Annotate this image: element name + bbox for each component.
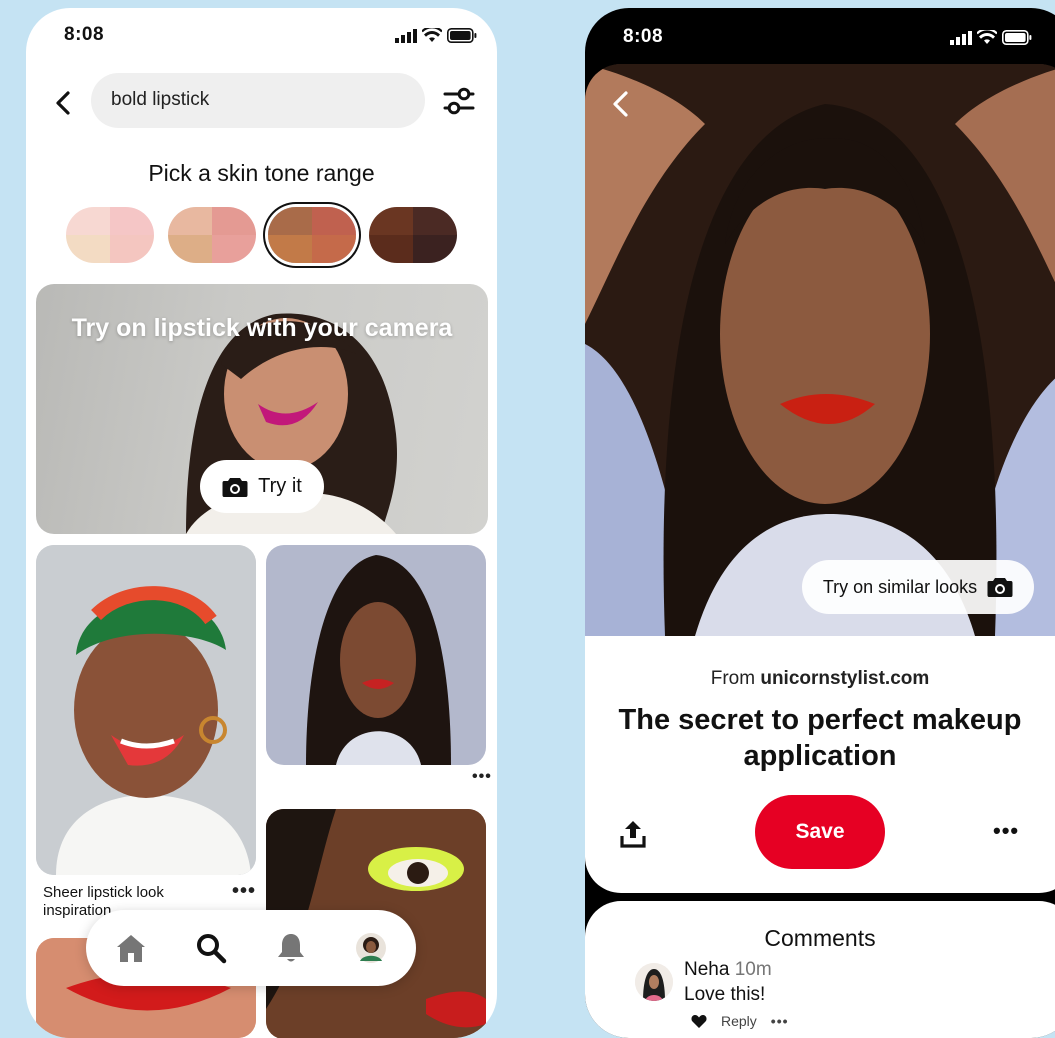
back-button[interactable] (609, 90, 633, 118)
signal-icon (395, 28, 417, 43)
pin-photo (36, 545, 256, 875)
pin-photo (266, 545, 486, 765)
skin-tone-swatch-medium-light[interactable] (168, 207, 256, 263)
source-prefix: From (710, 668, 756, 689)
try-it-label: Try it (258, 475, 302, 497)
nav-search[interactable] (193, 930, 229, 966)
pin-sheer-lipstick[interactable] (36, 545, 256, 875)
status-bar: 8:08 (26, 8, 497, 68)
wifi-icon (977, 30, 997, 44)
swatch-quadrant (110, 235, 154, 263)
status-time: 8:08 (623, 26, 664, 47)
pin-photo (585, 64, 1055, 636)
status-icons (950, 30, 1032, 45)
camera-icon (987, 578, 1013, 597)
wifi-icon (422, 28, 442, 42)
search-phone-screen: 8:08 bold lipstick Pick a skin tone rang… (26, 8, 497, 1038)
skin-tone-swatch-medium-dark[interactable] (268, 207, 356, 263)
swatch-quadrant (168, 207, 212, 235)
swatch-quadrant (312, 207, 356, 235)
battery-icon (1002, 30, 1032, 45)
signal-icon (950, 30, 972, 45)
avatar[interactable] (635, 963, 673, 1001)
try-similar-looks-button[interactable]: Try on similar looks (802, 560, 1034, 614)
comment-author[interactable]: Neha (684, 959, 729, 980)
avatar-photo (635, 963, 673, 1001)
comment-author-line: Neha 10m (684, 959, 772, 981)
more-options-button[interactable]: ••• (993, 818, 1019, 844)
nav-notifications[interactable] (273, 930, 309, 966)
status-time: 8:08 (64, 24, 105, 45)
pin-more-button[interactable]: ••• (232, 880, 256, 903)
heart-icon[interactable] (691, 1014, 707, 1028)
pin-more-button[interactable]: ••• (472, 768, 492, 786)
swatch-quadrant (312, 235, 356, 263)
pin-hero-image[interactable]: Try on similar looks (585, 64, 1055, 636)
comment-text: Love this! (684, 984, 766, 1005)
battery-icon (447, 28, 477, 43)
status-icons (395, 28, 477, 43)
swatch-quadrant (413, 235, 457, 263)
source-link[interactable]: unicornstylist.com (760, 668, 929, 689)
comment-time: 10m (734, 959, 772, 980)
home-icon (117, 935, 145, 962)
pin-detail-phone-screen: 8:08 Try on similar looks From unicornst… (585, 8, 1055, 1038)
comment-actions: Reply ••• (691, 1013, 789, 1029)
pin-title: The secret to perfect makeup application (618, 704, 1022, 772)
reply-button[interactable]: Reply (721, 1013, 757, 1029)
swatch-quadrant (413, 207, 457, 235)
skin-tone-title: Pick a skin tone range (148, 160, 375, 186)
avatar (356, 933, 386, 963)
pin-info-card: From unicornstylist.com The secret to pe… (585, 636, 1055, 893)
nav-profile[interactable] (353, 930, 389, 966)
comments-title: Comments (764, 925, 876, 951)
skin-tone-swatches (66, 207, 458, 263)
skin-tone-swatch-light[interactable] (66, 207, 154, 263)
filter-icon[interactable] (442, 84, 476, 118)
search-icon (197, 934, 227, 964)
nav-home[interactable] (113, 930, 149, 966)
share-icon[interactable] (619, 819, 647, 849)
comment-more-button[interactable]: ••• (771, 1013, 789, 1029)
swatch-quadrant (66, 207, 110, 235)
swatch-quadrant (369, 207, 413, 235)
comments-section: Comments Neha 10m Love this! Reply ••• (585, 901, 1055, 1038)
swatch-quadrant (369, 235, 413, 263)
back-button[interactable] (48, 88, 78, 118)
try-similar-looks-label: Try on similar looks (822, 576, 978, 597)
swatch-quadrant (110, 207, 154, 235)
skin-tone-swatch-dark[interactable] (369, 207, 457, 263)
camera-card-title: Try on lipstick with your camera (71, 314, 453, 342)
bottom-nav-bar (86, 910, 416, 986)
pin-source: From unicornstylist.com (585, 668, 1055, 690)
search-input[interactable]: bold lipstick (91, 73, 425, 128)
bell-icon (278, 934, 304, 962)
camera-try-on-card[interactable]: Try on lipstick with your camera Try it (36, 284, 488, 534)
swatch-quadrant (212, 207, 256, 235)
swatch-quadrant (268, 207, 312, 235)
swatch-quadrant (168, 235, 212, 263)
swatch-quadrant (212, 235, 256, 263)
status-bar: 8:08 (585, 8, 1055, 68)
swatch-quadrant (66, 235, 110, 263)
swatch-quadrant (268, 235, 312, 263)
try-it-button[interactable]: Try it (200, 460, 324, 513)
search-query: bold lipstick (111, 89, 210, 110)
save-button[interactable]: Save (755, 795, 885, 869)
pin-red-lipstick[interactable] (266, 545, 486, 765)
camera-icon (222, 477, 248, 497)
